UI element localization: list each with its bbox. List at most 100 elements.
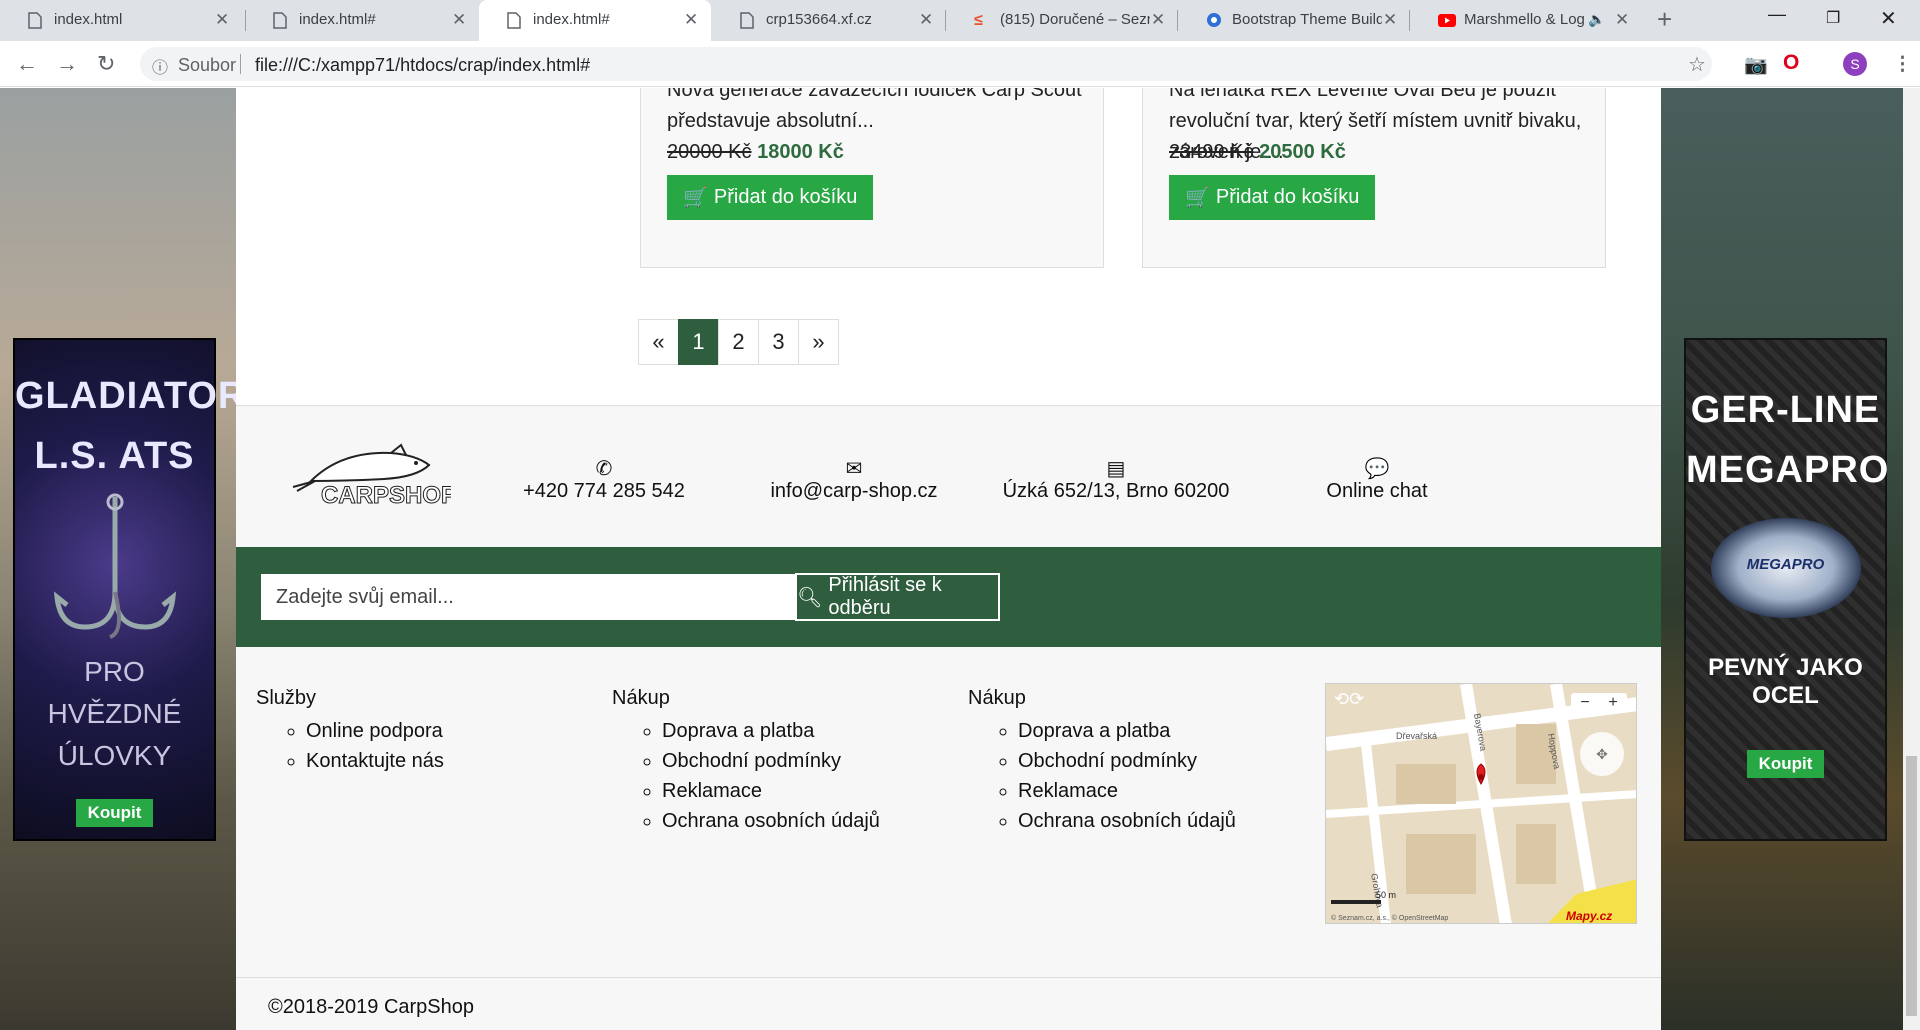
map-rotate-icon[interactable]: ⟲⟳ [1334, 689, 1364, 710]
product-card: Nová generace zavážecích lodiček Carp Sc… [640, 88, 1104, 268]
close-tab-icon[interactable]: ✕ [1151, 10, 1165, 30]
footer-link[interactable]: Obchodní podmínky [662, 746, 880, 776]
browser-tab[interactable]: index.html ✕ [0, 0, 240, 41]
close-tab-icon[interactable]: ✕ [684, 10, 698, 30]
pagination-page[interactable]: 3 [758, 319, 799, 365]
minimize-icon[interactable]: — [1768, 4, 1786, 25]
store-icon: ▤ [1106, 458, 1126, 480]
shopping-cart-icon: 🛒 [1185, 187, 1210, 209]
new-price: 20500 Kč [1259, 141, 1346, 163]
tab-title: index.html# [299, 11, 376, 28]
page-icon [740, 12, 754, 29]
footer-link[interactable]: Reklamace [662, 776, 880, 806]
close-tab-icon[interactable]: ✕ [1383, 10, 1397, 30]
ad-banner-right[interactable]: GER-LINE MEGAPRO MEGAPRO PEVNÝ JAKO OCEL… [1684, 338, 1888, 841]
camera-icon[interactable]: 📷 [1744, 53, 1768, 77]
contact-text: Úzká 652/13, Brno 60200 [1002, 480, 1230, 502]
footer-link[interactable]: Obchodní podmínky [1018, 746, 1236, 776]
subscribe-button[interactable]: 🔍︎ Přihlásit se k odběru [795, 573, 1000, 621]
forward-icon[interactable]: → [56, 51, 78, 77]
product-card: Na lehátka REX Levente Oval Bed je použi… [1142, 88, 1606, 268]
map-zoom-controls[interactable]: − + [1571, 693, 1627, 713]
page-icon [273, 12, 287, 29]
tab-title: (815) Doručené – Sezna [1000, 11, 1150, 28]
contact-email[interactable]: ✉ info@carp-shop.cz [734, 456, 974, 503]
info-icon[interactable]: ⓘ [152, 54, 168, 78]
browser-tab-active[interactable]: index.html# ✕ [479, 0, 711, 41]
carpshop-logo: CARPSHOP [292, 443, 451, 509]
browser-tab[interactable]: index.html# ✕ [245, 0, 477, 41]
tab-title: crp153664.xf.cz [766, 11, 872, 28]
map-credit: © Seznam.cz, a.s., © OpenStreetMap [1331, 914, 1448, 922]
footer-link[interactable]: Doprava a platba [1018, 716, 1236, 746]
footer-link[interactable]: Reklamace [1018, 776, 1236, 806]
banner-buy-button[interactable]: Koupit [1746, 750, 1825, 778]
banner-tagline: PEVNÝ JAKO OCEL [1708, 654, 1863, 709]
reload-icon[interactable]: ↻ [97, 51, 115, 77]
footer-column-shopping: Nákup Doprava a platba Obchodní podmínky… [612, 687, 880, 836]
address-bar[interactable]: ⓘ Soubor file:///C:/xampp71/htdocs/crap/… [140, 47, 1712, 81]
subscribe-label: Přihlásit se k odběru [828, 574, 942, 619]
pagination-page[interactable]: 2 [718, 319, 759, 365]
pagination-page[interactable]: 1 [678, 319, 719, 365]
banner-title: GER-LINE [1690, 389, 1881, 431]
tab-title: index.html# [533, 11, 610, 28]
restore-icon[interactable]: ❐ [1826, 8, 1840, 28]
envelope-icon: ✉ [845, 458, 863, 480]
footer-link[interactable]: Doprava a platba [662, 716, 880, 746]
browser-tab[interactable]: ≤ (815) Doručené – Sezna ✕ [946, 0, 1178, 41]
search-icon: 🔍︎ [797, 586, 823, 609]
back-icon[interactable]: ← [16, 51, 38, 77]
new-tab-icon[interactable]: + [1657, 4, 1672, 35]
mapy-cz-logo: Mapy.cz [1566, 909, 1612, 923]
add-to-cart-button[interactable]: 🛒 Přidat do košíku [1169, 175, 1376, 220]
contact-phone[interactable]: ✆ +420 774 285 542 [484, 456, 724, 503]
logo-text: CARPSHOP [321, 482, 451, 509]
browser-toolbar: ← → ↻ ⓘ Soubor file:///C:/xampp71/htdocs… [0, 41, 1920, 87]
zoom-out-icon[interactable]: − [1580, 694, 1589, 712]
phone-icon: ✆ [595, 458, 613, 480]
menu-icon[interactable]: ⋮ [1893, 53, 1912, 76]
ad-banner-left[interactable]: GLADIATOR L.S. ATS PRO HVĚZDNÉ ÚLOVKY Ko… [13, 338, 247, 841]
close-tab-icon[interactable]: ✕ [215, 10, 229, 30]
pagination-next[interactable]: » [798, 319, 839, 365]
tab-title: Bootstrap Theme Build [1232, 11, 1382, 28]
contact-chat[interactable]: 💬 Online chat [1257, 456, 1497, 503]
bookmark-star-icon[interactable]: ☆ [1688, 52, 1706, 77]
footer-link[interactable]: Ochrana osobních údajů [1018, 806, 1236, 836]
browser-tab[interactable]: crp153664.xf.cz ✕ [712, 0, 944, 41]
close-tab-icon[interactable]: ✕ [919, 10, 933, 30]
zoom-in-icon[interactable]: + [1608, 694, 1617, 712]
map-street-label: Dřevařská [1396, 731, 1437, 741]
footer-link[interactable]: Online podpora [306, 716, 444, 746]
page-scrollbar-thumb[interactable] [1906, 756, 1917, 1016]
banner-title: GLADIATOR [15, 375, 247, 417]
browser-tab[interactable]: Marshmello & Log 🔈 ✕ [1410, 0, 1642, 41]
opera-icon[interactable]: O [1783, 51, 1799, 75]
speaker-icon[interactable]: 🔈 [1588, 11, 1605, 28]
footer-column-title: Nákup [612, 687, 670, 709]
copyright-text: ©2018-2019 CarpShop [268, 996, 474, 1018]
pagination-prev[interactable]: « [638, 319, 679, 365]
scheme-label: Soubor [178, 55, 237, 75]
url-text[interactable]: file:///C:/xampp71/htdocs/crap/index.htm… [255, 55, 590, 76]
close-tab-icon[interactable]: ✕ [1615, 10, 1629, 30]
map-pan-control-icon[interactable]: ✥ [1580, 732, 1624, 776]
browser-tab[interactable]: Bootstrap Theme Build ✕ [1178, 0, 1410, 41]
youtube-icon [1438, 14, 1456, 27]
profile-avatar[interactable]: S [1843, 52, 1867, 76]
close-window-icon[interactable]: ✕ [1880, 6, 1897, 31]
location-map[interactable]: Dřevařská Bayerova Hoppova Grohova 50 m … [1325, 683, 1637, 924]
add-to-cart-button[interactable]: 🛒 Přidat do košíku [667, 175, 874, 220]
footer-link[interactable]: Ochrana osobních údajů [662, 806, 880, 836]
contact-text: Online chat [1326, 480, 1428, 502]
banner-title: L.S. ATS [34, 435, 195, 477]
footer-link[interactable]: Kontaktujte nás [306, 746, 444, 776]
banner-buy-button[interactable]: Koupit [75, 799, 154, 827]
newsletter-email-input[interactable] [261, 574, 795, 620]
contact-address[interactable]: ▤ Úzká 652/13, Brno 60200 [996, 456, 1236, 503]
banner-subtitle: ÚLOVKY [57, 740, 172, 771]
close-tab-icon[interactable]: ✕ [452, 10, 466, 30]
main-content: Nová generace zavážecích lodiček Carp Sc… [236, 88, 1661, 1030]
tab-title: Marshmello & Log [1464, 11, 1584, 28]
